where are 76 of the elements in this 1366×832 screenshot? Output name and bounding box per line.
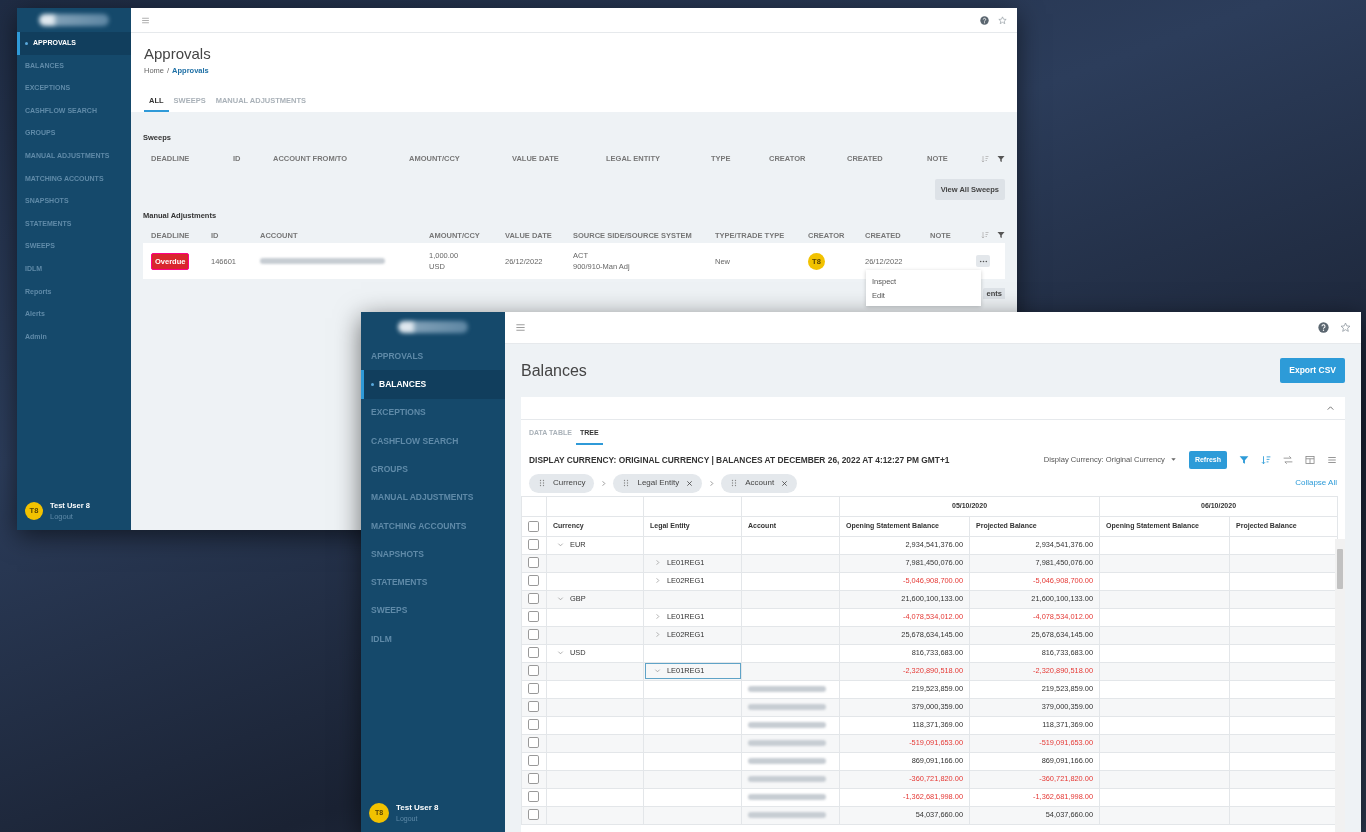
- sidebar-item[interactable]: MATCHING ACCOUNTS: [361, 511, 505, 541]
- filter-icon[interactable]: [1239, 455, 1249, 465]
- chip-label: Account: [745, 477, 775, 489]
- sidebar-item[interactable]: SNAPSHOTS: [361, 540, 505, 569]
- drag-handle-icon: [622, 479, 631, 487]
- chevron-down-icon[interactable]: [654, 666, 661, 674]
- group-chip[interactable]: Account: [721, 473, 798, 493]
- checkbox[interactable]: [528, 665, 539, 677]
- chevron-right-icon[interactable]: [654, 576, 661, 584]
- checkbox[interactable]: [528, 719, 539, 731]
- export-button[interactable]: Export CSV: [1280, 358, 1345, 383]
- drag-handle-icon: [538, 479, 546, 487]
- menu-icon[interactable]: [515, 322, 526, 333]
- blurred-logo: [39, 14, 109, 26]
- star-icon[interactable]: [998, 15, 1007, 25]
- filter-icon[interactable]: [997, 154, 1005, 163]
- sidebar-item[interactable]: APPROVALS: [361, 342, 505, 371]
- sort-icon[interactable]: [981, 154, 989, 163]
- sidebar-item[interactable]: GROUPS: [361, 455, 505, 484]
- chevron-down-icon[interactable]: [557, 648, 564, 656]
- chip-label: Currency: [553, 477, 586, 489]
- checkbox[interactable]: [528, 737, 539, 749]
- page-title: Approvals: [144, 45, 212, 63]
- chip-label: Legal Entity: [637, 477, 680, 489]
- chevron-right-icon[interactable]: [654, 630, 661, 638]
- checkbox[interactable]: [528, 575, 539, 587]
- sidebar-item[interactable]: MANUAL ADJUSTMENTS: [361, 483, 505, 512]
- group-chip[interactable]: Currency: [529, 473, 595, 493]
- chevron-up-icon[interactable]: [1326, 403, 1335, 413]
- checkbox[interactable]: [528, 755, 539, 767]
- menu-icon[interactable]: [1327, 455, 1337, 465]
- help-icon[interactable]: [1318, 322, 1329, 333]
- checkbox[interactable]: [528, 791, 539, 803]
- collapse-all-link[interactable]: Collapse All: [1295, 477, 1337, 489]
- chevron-right-icon: [708, 479, 716, 487]
- filter-icon[interactable]: [997, 231, 1005, 240]
- checkbox[interactable]: [528, 520, 539, 532]
- chevron-down-icon[interactable]: [557, 540, 564, 548]
- sidebar-item[interactable]: CASHFLOW SEARCH: [361, 426, 505, 456]
- checkbox[interactable]: [528, 557, 539, 569]
- page-title: Balances: [521, 360, 587, 381]
- more-button[interactable]: [976, 255, 990, 268]
- sidebar-item[interactable]: EXCEPTIONS: [361, 398, 505, 427]
- checkbox[interactable]: [528, 809, 539, 821]
- drag-handle-icon: [730, 479, 739, 487]
- checkbox[interactable]: [528, 683, 539, 695]
- star-icon[interactable]: [1340, 322, 1351, 333]
- caret-icon: [1169, 456, 1177, 464]
- chevron-right-icon[interactable]: [654, 558, 661, 566]
- help-icon[interactable]: [980, 15, 989, 25]
- sidebar-item[interactable]: SWEEPS: [361, 596, 505, 625]
- sort-icon[interactable]: [981, 231, 989, 240]
- close-icon[interactable]: [781, 479, 789, 487]
- chevron-down-icon[interactable]: [557, 594, 564, 602]
- sort-icon[interactable]: [1261, 455, 1271, 465]
- checkbox[interactable]: [528, 647, 539, 659]
- checkbox[interactable]: [528, 773, 539, 785]
- checkbox[interactable]: [528, 539, 539, 551]
- chevron-right-icon: [600, 479, 608, 487]
- checkbox[interactable]: [528, 611, 539, 623]
- group-chip[interactable]: Legal Entity: [613, 473, 703, 493]
- swap-icon[interactable]: [1283, 455, 1293, 465]
- blurred-logo: [398, 321, 468, 333]
- scrollbar[interactable]: [1335, 538, 1345, 832]
- checkbox[interactable]: [528, 629, 539, 641]
- menu-icon[interactable]: [141, 15, 150, 25]
- user-name: Test User 8: [396, 801, 439, 814]
- sidebar-item[interactable]: STATEMENTS: [361, 568, 505, 597]
- sidebar-item[interactable]: BALANCES: [361, 370, 505, 399]
- close-icon[interactable]: [686, 479, 694, 487]
- sidebar-item[interactable]: IDLM: [361, 624, 505, 654]
- columns-icon[interactable]: [1305, 455, 1315, 465]
- checkbox[interactable]: [528, 701, 539, 713]
- chevron-right-icon[interactable]: [654, 612, 661, 620]
- grid-heading: DISPLAY CURRENCY: ORIGINAL CURRENCY | BALANCES AT DECEMBER 26, 2022 AT 4:12:27 PM GMT+1: [529, 453, 950, 467]
- checkbox[interactable]: [528, 593, 539, 605]
